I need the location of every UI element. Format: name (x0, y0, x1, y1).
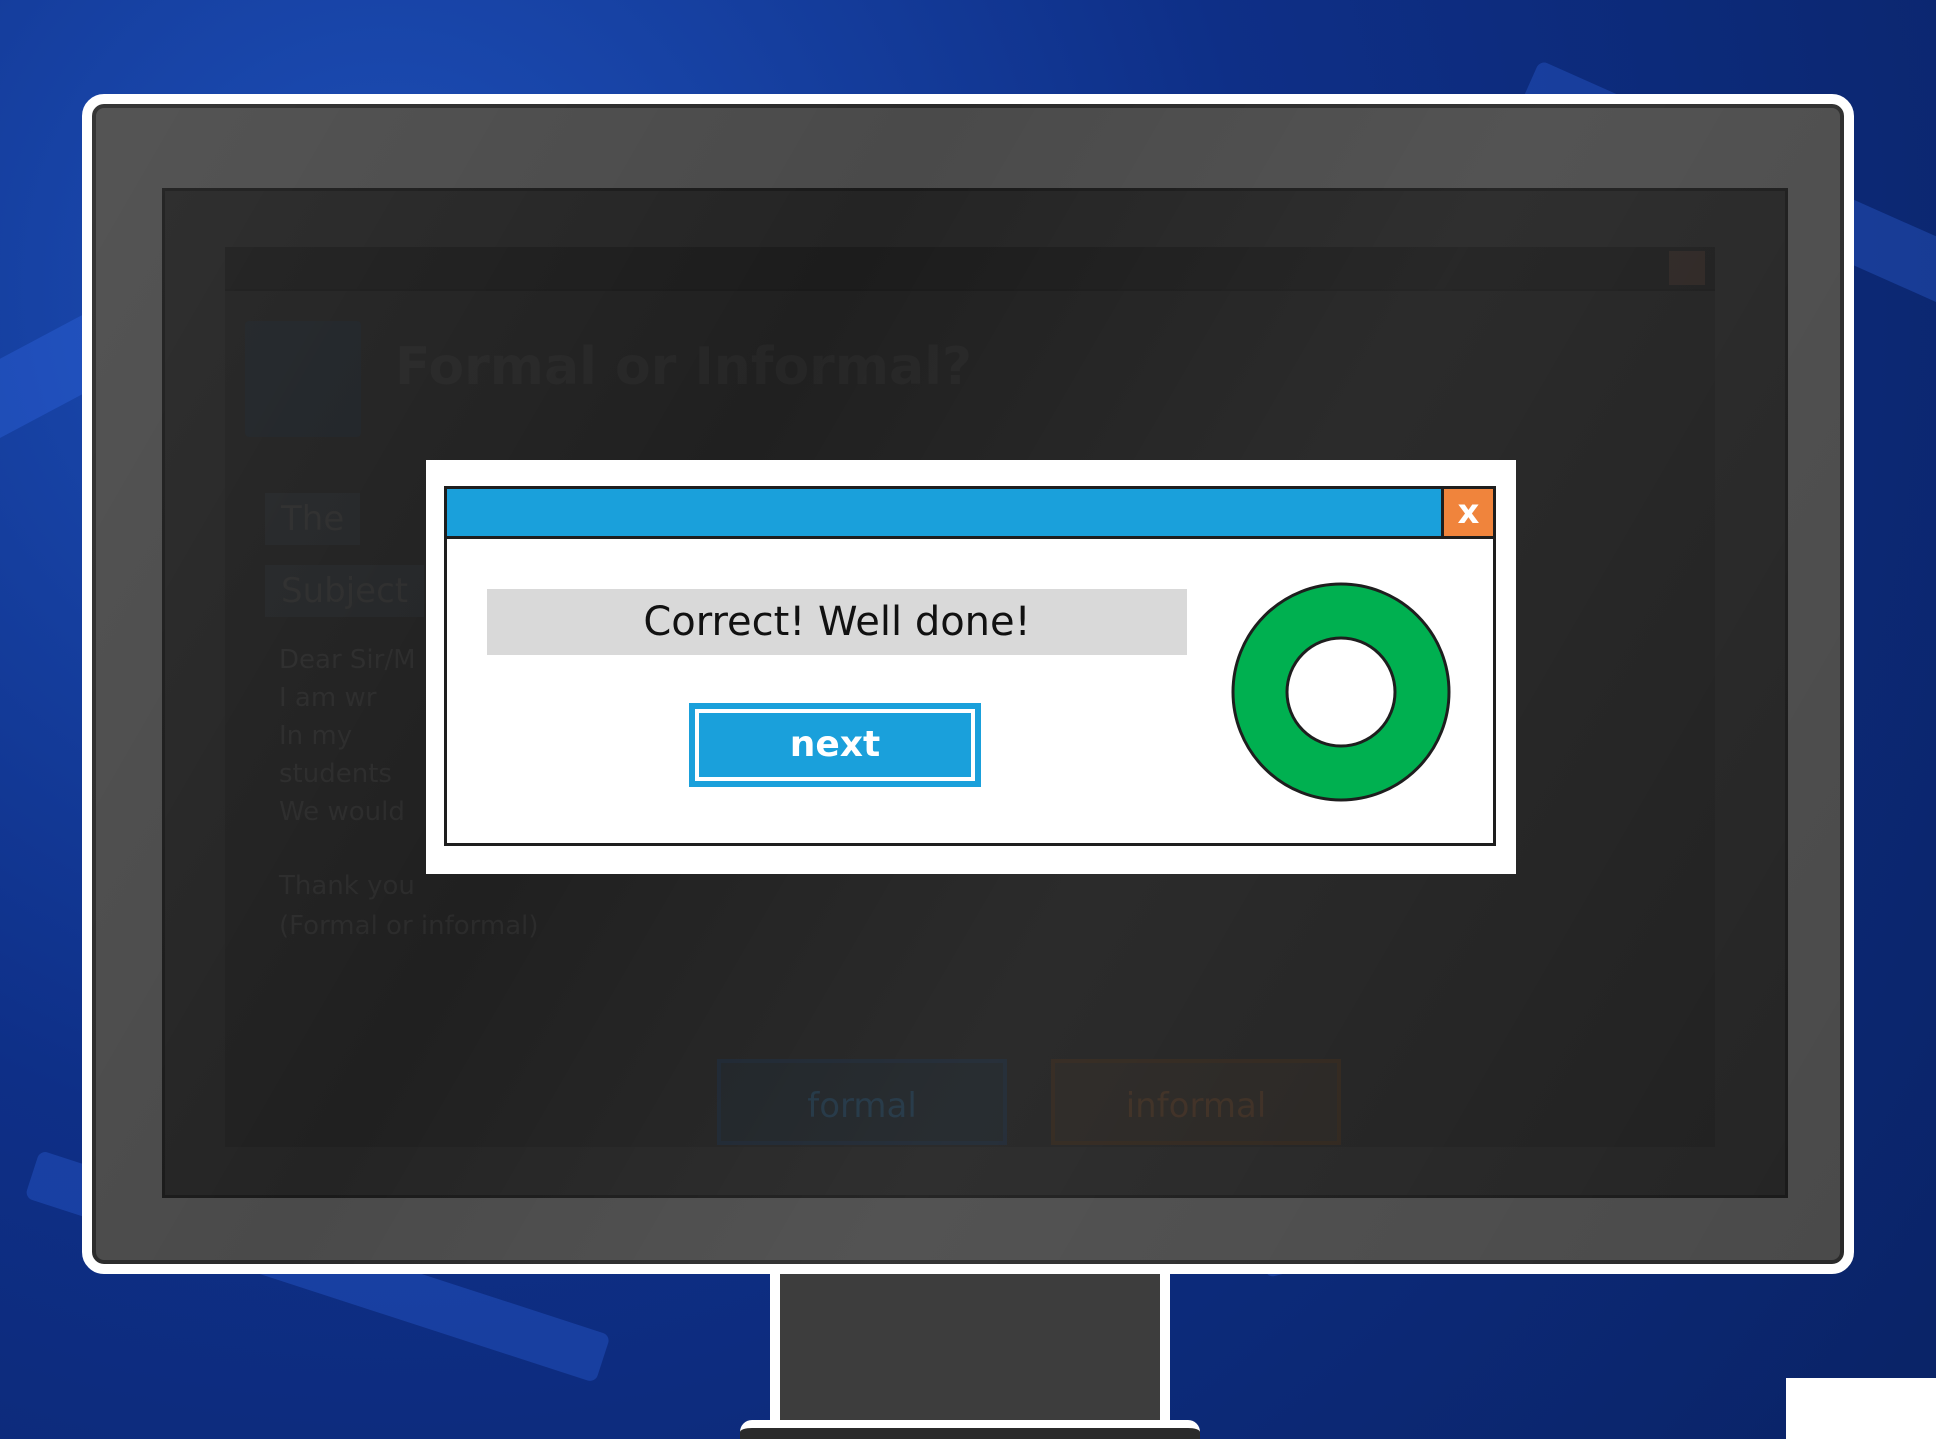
background-text-line: Dear Sir/M (279, 645, 416, 675)
monitor-stand (770, 1262, 1170, 1432)
formal-button: formal (717, 1059, 1007, 1145)
background-tag-the: The (265, 493, 361, 545)
background-app-title: Formal or Informal? (395, 337, 973, 397)
green-ring-correct-icon (1231, 582, 1451, 802)
feedback-message: Correct! Well done! (487, 589, 1187, 655)
background-tag-subject: Subject (265, 565, 425, 617)
background-text-line: Thank you (279, 871, 415, 901)
background-text-line: In my (279, 721, 353, 751)
corner-patch (1786, 1378, 1936, 1439)
feedback-dialog: x Correct! Well done! next (444, 486, 1496, 846)
stage: Formal or Informal? The Subject Dear Sir… (0, 0, 1936, 1439)
background-text-line: We would (279, 797, 405, 827)
background-text-line: I am wr (279, 683, 377, 713)
background-text-line: students (279, 759, 392, 789)
document-icon (245, 321, 361, 437)
close-icon[interactable]: x (1441, 489, 1493, 539)
monitor-stand-base (740, 1420, 1200, 1439)
background-app-titlebar (225, 247, 1715, 291)
next-button[interactable]: next (689, 703, 981, 787)
dialog-titlebar: x (447, 489, 1493, 539)
next-button-label: next (695, 709, 975, 781)
background-close-icon (1669, 251, 1705, 285)
dialog-frame: x Correct! Well done! next (426, 460, 1516, 874)
informal-button: informal (1051, 1059, 1341, 1145)
background-text-line: (Formal or informal) (279, 911, 539, 941)
